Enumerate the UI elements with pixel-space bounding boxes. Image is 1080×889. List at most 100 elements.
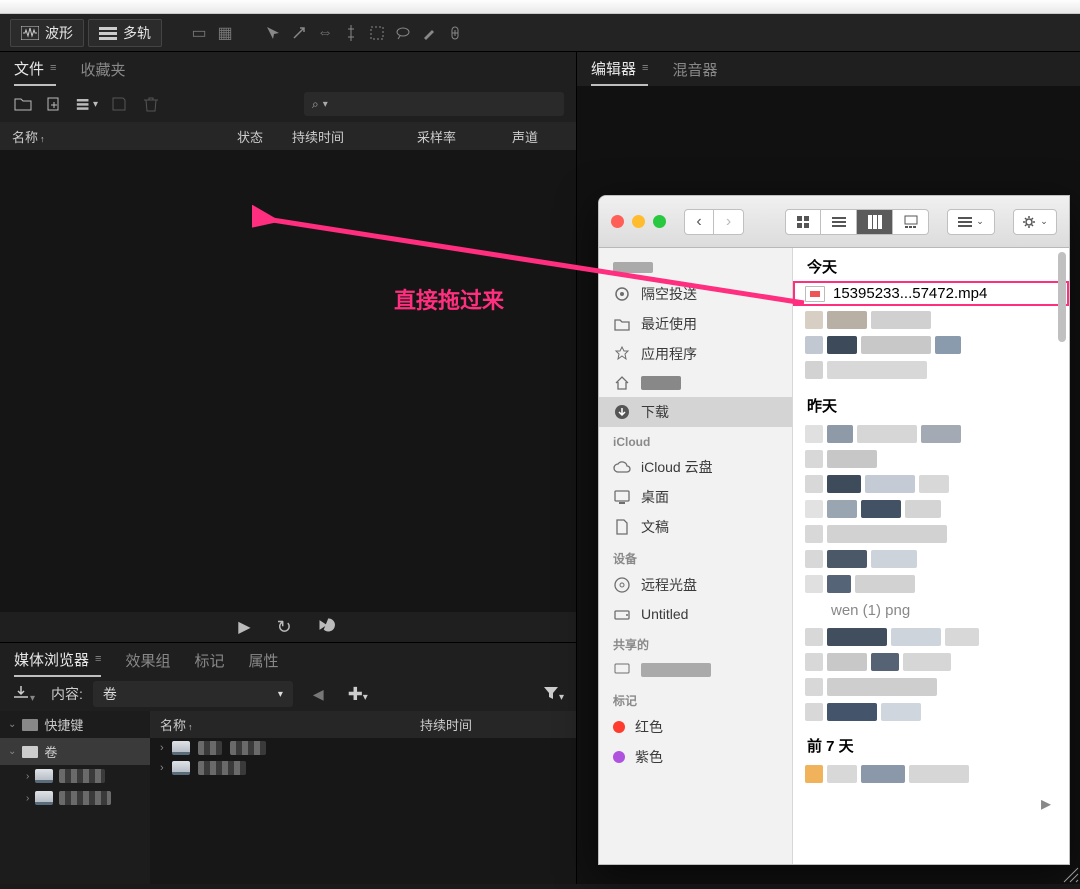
new-multitrack-icon[interactable]: ▾: [76, 93, 98, 115]
action-dropdown[interactable]: ⌄: [1013, 209, 1057, 235]
redacted-file[interactable]: [805, 701, 1057, 723]
media-tree[interactable]: ⌄快捷键 ⌄卷 › ›: [0, 711, 150, 884]
resize-grip[interactable]: [1058, 862, 1080, 884]
loop-button[interactable]: ↻: [277, 617, 292, 638]
col-samplerate[interactable]: 采样率: [417, 127, 512, 146]
tree-volumes[interactable]: ⌄卷: [0, 738, 150, 765]
brush-tool-icon[interactable]: [418, 22, 440, 44]
sb-icloud-drive[interactable]: iCloud 云盘: [599, 452, 792, 482]
tab-media-browser[interactable]: 媒体浏览器≡: [14, 643, 101, 677]
tab-editor[interactable]: 编辑器≡: [591, 52, 648, 86]
ml-col-name[interactable]: 名称↑: [160, 715, 420, 734]
ruler-tool-icon[interactable]: ▭: [188, 22, 210, 44]
column-forward-icon[interactable]: ▸: [1041, 791, 1051, 816]
redacted-file[interactable]: [805, 763, 1057, 785]
heal-tool-icon[interactable]: [444, 22, 466, 44]
tree-shortcuts[interactable]: ⌄快捷键: [0, 711, 150, 738]
gallery-view-button[interactable]: [893, 209, 929, 235]
sb-home[interactable]: [599, 369, 792, 397]
scrollbar[interactable]: [1057, 252, 1067, 860]
back-button[interactable]: ‹: [684, 209, 714, 235]
sb-airdrop[interactable]: 隔空投送: [599, 279, 792, 309]
back-icon[interactable]: ◀: [313, 686, 324, 703]
content-dropdown[interactable]: 卷▾: [93, 681, 293, 707]
files-drop-area[interactable]: [0, 150, 576, 612]
tab-files[interactable]: 文件≡: [14, 52, 56, 86]
redacted-file[interactable]: [805, 498, 1057, 520]
hamburger-icon[interactable]: ≡: [50, 62, 56, 74]
autoplay-button[interactable]: [318, 617, 338, 638]
hamburger-icon[interactable]: ≡: [95, 653, 101, 665]
sb-remote-disc[interactable]: 远程光盘: [599, 570, 792, 600]
add-icon[interactable]: ✚▾: [348, 684, 368, 705]
redacted-file[interactable]: [805, 359, 1057, 381]
lasso-tool-icon[interactable]: [392, 22, 414, 44]
tab-markers[interactable]: 标记: [194, 643, 224, 677]
redacted-file[interactable]: [805, 309, 1057, 331]
waveform-mode-button[interactable]: 波形: [10, 19, 84, 47]
tab-favorites[interactable]: 收藏夹: [80, 52, 125, 86]
forward-button[interactable]: ›: [714, 209, 744, 235]
sb-desktop[interactable]: 桌面: [599, 482, 792, 512]
redacted-file[interactable]: [805, 448, 1057, 470]
redacted-file[interactable]: [805, 423, 1057, 445]
move-tool-icon[interactable]: [262, 22, 284, 44]
tab-mixer[interactable]: 混音器: [672, 52, 717, 86]
tree-drive-1[interactable]: ›: [0, 765, 150, 787]
file-item-selected[interactable]: 15395233...57472.mp4: [793, 281, 1069, 306]
sb-shared-item[interactable]: [599, 656, 792, 684]
media-row[interactable]: ›: [150, 758, 576, 778]
close-icon[interactable]: [611, 215, 624, 228]
sb-tag-purple[interactable]: 紫色: [599, 742, 792, 772]
redacted-file[interactable]: [805, 573, 1057, 595]
col-name[interactable]: 名称↑: [12, 127, 237, 146]
search-input[interactable]: ⌕▾: [304, 92, 564, 116]
redacted-file[interactable]: [805, 651, 1057, 673]
filter-icon[interactable]: ▾: [543, 686, 564, 703]
tab-fx[interactable]: 效果组: [125, 643, 170, 677]
sb-tag-red[interactable]: 红色: [599, 712, 792, 742]
arrange-dropdown[interactable]: ⌄: [947, 209, 995, 235]
redacted-file[interactable]: [805, 548, 1057, 570]
time-select-tool-icon[interactable]: [340, 22, 362, 44]
hamburger-icon[interactable]: ≡: [642, 62, 648, 74]
col-state[interactable]: 状态: [237, 127, 292, 146]
finder-content[interactable]: 今天 15395233...57472.mp4 昨天 wen (1) png 前…: [793, 248, 1069, 864]
finder-window[interactable]: ‹ › ⌄ ⌄ 隔空投送 最近使用 应用程序 下载 iCloud iCloud …: [598, 195, 1070, 865]
sb-documents[interactable]: 文稿: [599, 512, 792, 542]
spectral-tool-icon[interactable]: ▦: [214, 22, 236, 44]
minimize-icon[interactable]: [632, 215, 645, 228]
redacted-file[interactable]: [805, 523, 1057, 545]
sb-applications[interactable]: 应用程序: [599, 339, 792, 369]
redacted-file[interactable]: [805, 473, 1057, 495]
slip-tool-icon[interactable]: ⇔: [314, 22, 336, 44]
col-channels[interactable]: 声道: [512, 127, 564, 146]
finder-titlebar[interactable]: ‹ › ⌄ ⌄: [599, 196, 1069, 248]
column-view-button[interactable]: [857, 209, 893, 235]
sb-downloads[interactable]: 下载: [599, 397, 792, 427]
open-file-icon[interactable]: [12, 93, 34, 115]
redacted-file[interactable]: [805, 676, 1057, 698]
sb-recent[interactable]: 最近使用: [599, 309, 792, 339]
display-icon: [613, 661, 631, 679]
airdrop-icon: [613, 285, 631, 303]
play-button[interactable]: ▶: [238, 617, 250, 637]
redacted-file[interactable]: [805, 626, 1057, 648]
sb-untitled[interactable]: Untitled: [599, 600, 792, 628]
col-duration[interactable]: 持续时间: [292, 127, 417, 146]
tree-drive-2[interactable]: ›: [0, 787, 150, 809]
redacted-file[interactable]: [805, 334, 1057, 356]
maximize-icon[interactable]: [653, 215, 666, 228]
list-view-button[interactable]: [821, 209, 857, 235]
new-file-icon[interactable]: [44, 93, 66, 115]
razor-tool-icon[interactable]: [288, 22, 310, 44]
redacted-file-partial[interactable]: wen (1) png: [793, 598, 1069, 623]
marquee-tool-icon[interactable]: [366, 22, 388, 44]
ml-col-duration[interactable]: 持续时间: [420, 715, 472, 734]
disc-icon: [613, 576, 631, 594]
multitrack-mode-button[interactable]: 多轨: [88, 19, 162, 47]
icon-view-button[interactable]: [785, 209, 821, 235]
import-icon[interactable]: ▾: [12, 685, 35, 704]
media-row[interactable]: ›: [150, 738, 576, 758]
tab-properties[interactable]: 属性: [248, 643, 278, 677]
